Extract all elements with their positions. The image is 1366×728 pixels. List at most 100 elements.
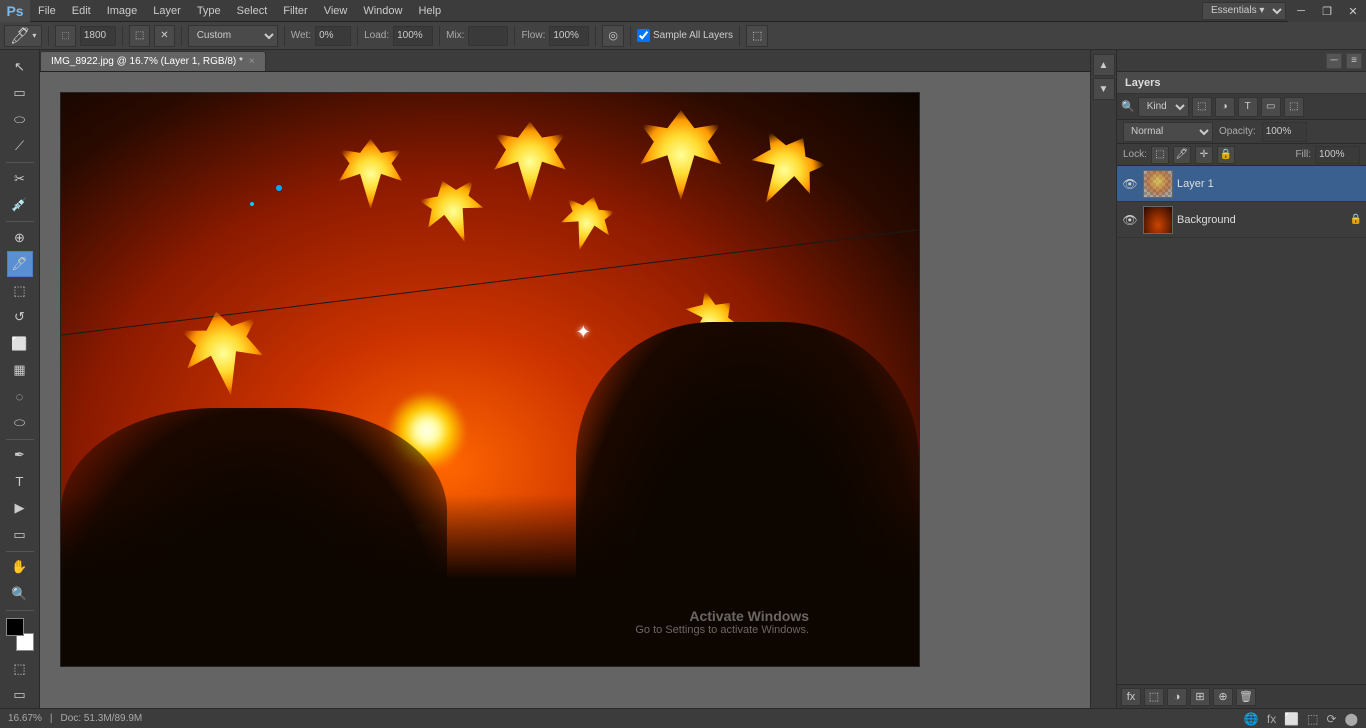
menu-layer[interactable]: Layer [145, 0, 189, 22]
panel-header: ─ ≡ [1117, 50, 1366, 72]
blur-tool[interactable]: ◌ [7, 384, 33, 409]
app-icon: Ps [0, 0, 30, 22]
add-layer-style-btn[interactable]: fx [1121, 688, 1141, 706]
dodge-tool[interactable]: ⬭ [7, 410, 33, 435]
pen-tool[interactable]: ✒ [7, 443, 33, 468]
sample-all-layers-checkbox[interactable]: Sample All Layers [637, 29, 733, 42]
foreground-color-swatch[interactable] [6, 618, 24, 636]
layer-row-1[interactable]: 👁 Layer 1 [1117, 166, 1366, 202]
layers-panel: Layers 🔍 Kind ⬚ ◑ T ▭ ⬚ Normal Dissolve [1117, 72, 1366, 708]
workspace-selector[interactable]: Essentials ▾ [1202, 2, 1286, 20]
pixel-filter-btn[interactable]: ⬚ [1192, 97, 1212, 117]
lock-position-btn[interactable]: ✛ [1195, 146, 1213, 164]
background-layer-visibility-toggle[interactable]: 👁 [1121, 211, 1139, 229]
status-bar: 16.67% | Doc: 51.3M/89.9M 🌐 fx ⬜ ⬚ ⟳ ⬤ [0, 708, 1366, 728]
marquee-tool[interactable]: ▭ [7, 80, 33, 105]
fill-input[interactable] [1315, 146, 1360, 164]
brush-tool[interactable]: 🖊 [7, 251, 33, 276]
toolbar-separator-3 [181, 26, 182, 46]
gradient-tool[interactable]: ▦ [7, 357, 33, 382]
crop-tool[interactable]: ✂ [7, 166, 33, 191]
shape-tool[interactable]: ▭ [7, 522, 33, 547]
mix-label: Mix: [446, 30, 464, 41]
restore-button[interactable]: ❐ [1314, 0, 1340, 22]
delete-layer-btn[interactable]: 🗑 [1236, 688, 1256, 706]
airbrush-toggle[interactable]: ◎ [602, 25, 624, 47]
layer-filter-kind[interactable]: Kind [1138, 97, 1189, 117]
healing-tool[interactable]: ⊕ [7, 225, 33, 250]
new-group-btn[interactable]: ⊞ [1190, 688, 1210, 706]
flow-input[interactable] [549, 26, 589, 46]
screen-mode-toggle[interactable]: ▭ [7, 682, 33, 707]
toolbar: 🖊 ▾ ⬚ ⬚ ✕ Custom Wet: Load: Mix: Flow: ◎… [0, 22, 1366, 50]
opacity-label: Opacity: [1219, 126, 1256, 137]
eyedropper-tool[interactable]: 💉 [7, 192, 33, 217]
menu-select[interactable]: Select [229, 0, 276, 22]
opacity-input[interactable] [1262, 122, 1307, 142]
menu-image[interactable]: Image [99, 0, 146, 22]
lock-image-btn[interactable]: 🖊 [1173, 146, 1191, 164]
brush-size-input[interactable] [80, 26, 116, 46]
canvas-area: IMG_8922.jpg @ 16.7% (Layer 1, RGB/8) * … [40, 50, 1090, 708]
eraser-tool[interactable]: ⬜ [7, 331, 33, 356]
type-tool[interactable]: T [7, 469, 33, 494]
menu-filter[interactable]: Filter [275, 0, 315, 22]
lock-transparent-btn[interactable]: ⬚ [1151, 146, 1169, 164]
doc-size: Doc: 51.3M/89.9M [61, 713, 143, 724]
move-tool[interactable]: ↖ [7, 54, 33, 79]
brush-size-display[interactable]: ⬚ [55, 25, 76, 47]
type-filter-btn[interactable]: T [1238, 97, 1258, 117]
brush-toggle[interactable]: ⬚ [129, 25, 150, 47]
fill-label: Fill: [1295, 149, 1311, 160]
close-button[interactable]: ✕ [1340, 0, 1366, 22]
canvas-image[interactable]: ✦ ✦ Activate Windows Go to Settings to a… [60, 92, 920, 667]
add-mask-btn[interactable]: ⬚ [1144, 688, 1164, 706]
adjustment-filter-btn[interactable]: ◑ [1215, 97, 1235, 117]
leaf-6 [552, 190, 619, 257]
mix-input[interactable] [468, 26, 508, 46]
zoom-tool[interactable]: 🔍 [7, 581, 33, 606]
load-input[interactable] [393, 26, 433, 46]
shape-filter-btn[interactable]: ▭ [1261, 97, 1281, 117]
menu-help[interactable]: Help [410, 0, 449, 22]
menu-window[interactable]: Window [355, 0, 410, 22]
quick-mask-toggle[interactable]: ⬚ [7, 656, 33, 681]
preset-select[interactable]: Custom [188, 25, 278, 47]
new-layer-btn[interactable]: ⊕ [1213, 688, 1233, 706]
panel-menu-btn[interactable]: ≡ [1346, 53, 1362, 69]
hand-tool[interactable]: ✋ [7, 555, 33, 580]
path-select[interactable]: ▶ [7, 496, 33, 521]
layer-1-thumbnail [1143, 170, 1173, 198]
canvas-container[interactable]: ✦ ✦ Activate Windows Go to Settings to a… [40, 72, 1090, 708]
toolbar-separator-10 [739, 26, 740, 46]
wet-label: Wet: [291, 30, 311, 41]
stamp-tool[interactable]: ⬚ [7, 278, 33, 303]
quick-select-tool[interactable]: ⟋ [7, 133, 33, 158]
layer-row-background[interactable]: 👁 Background 🔒 [1117, 202, 1366, 238]
history-brush[interactable]: ↺ [7, 304, 33, 329]
menu-edit[interactable]: Edit [64, 0, 99, 22]
erase-toggle[interactable]: ✕ [154, 25, 174, 47]
lock-all-btn[interactable]: 🔒 [1217, 146, 1235, 164]
lasso-tool[interactable]: ⬭ [7, 107, 33, 132]
document-tab[interactable]: IMG_8922.jpg @ 16.7% (Layer 1, RGB/8) * … [40, 51, 266, 71]
wet-input[interactable] [315, 26, 351, 46]
menu-type[interactable]: Type [189, 0, 229, 22]
lock-label: Lock: [1123, 149, 1147, 160]
menu-file[interactable]: File [30, 0, 64, 22]
layer-1-visibility-toggle[interactable]: 👁 [1121, 175, 1139, 193]
blend-mode-select[interactable]: Normal Dissolve Multiply Screen Overlay [1123, 122, 1213, 142]
smart-filter-btn[interactable]: ⬚ [1284, 97, 1304, 117]
tool-preset-picker[interactable]: 🖊 ▾ [4, 25, 42, 47]
leaf-2 [490, 122, 570, 202]
panel-arrow-up[interactable]: ▲ [1093, 54, 1115, 76]
clone-source-btn[interactable]: ⬚ [746, 25, 768, 47]
panel-collapse-btn[interactable]: ─ [1326, 53, 1342, 69]
new-fill-layer-btn[interactable]: ◑ [1167, 688, 1187, 706]
menu-view[interactable]: View [316, 0, 356, 22]
tab-bar: IMG_8922.jpg @ 16.7% (Layer 1, RGB/8) * … [40, 50, 1090, 72]
panel-arrow-down[interactable]: ▼ [1093, 78, 1115, 100]
tab-close-button[interactable]: × [249, 56, 255, 67]
minimize-button[interactable]: ─ [1288, 0, 1314, 22]
layers-footer: fx ⬚ ◑ ⊞ ⊕ 🗑 [1117, 684, 1366, 708]
